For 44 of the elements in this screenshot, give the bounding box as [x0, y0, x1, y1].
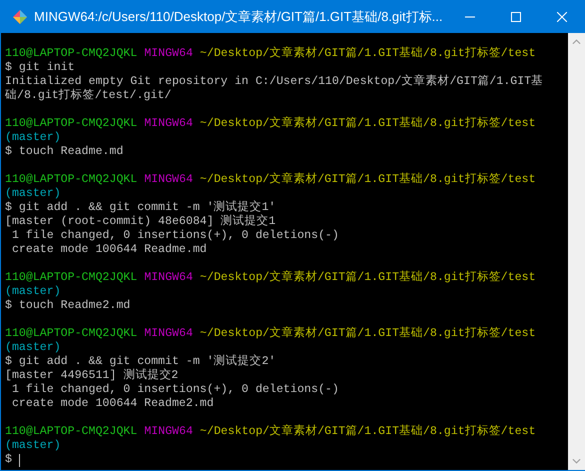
shell-name: MINGW64 — [144, 271, 193, 285]
branch-name: (master) — [5, 439, 61, 453]
shell-prompt: $ — [5, 453, 12, 467]
app-icon — [12, 8, 28, 24]
command-line: $ git init — [5, 61, 75, 75]
branch-name: (master) — [5, 131, 61, 145]
scroll-down-icon[interactable] — [572, 458, 581, 464]
output-line: [master (root-commit) 48e6084] 测试提交1 — [5, 215, 276, 229]
current-path: ~/Desktop/文章素材/GIT篇/1.GIT基础/8.git打标签/test — [200, 117, 536, 131]
user-host: 110@LAPTOP-CMQ2JQKL — [5, 425, 138, 439]
current-path: ~/Desktop/文章素材/GIT篇/1.GIT基础/8.git打标签/test — [200, 425, 536, 439]
window-title: MINGW64:/c/Users/110/Desktop/文章素材/GIT篇/1.GIT基础/8.git打标... — [34, 8, 444, 26]
command-line: $ git add . && git commit -m '测试提交2' — [5, 355, 276, 368]
output-line: 1 file changed, 0 insertions(+), 0 deletions(-) — [10, 229, 339, 243]
user-host: 110@LAPTOP-CMQ2JQKL — [5, 117, 138, 131]
user-host: 110@LAPTOP-CMQ2JQKL — [5, 47, 138, 61]
shell-name: MINGW64 — [144, 47, 193, 61]
branch-name: (master) — [5, 285, 61, 299]
shell-name: MINGW64 — [144, 117, 193, 131]
scroll-up-icon[interactable] — [572, 39, 581, 45]
output-line: 1 file changed, 0 insertions(+), 0 deletions(-) — [10, 383, 339, 397]
user-host: 110@LAPTOP-CMQ2JQKL — [5, 173, 138, 187]
shell-name: MINGW64 — [144, 173, 193, 187]
output-line: create mode 100644 Readme2.md — [10, 397, 214, 411]
user-host: 110@LAPTOP-CMQ2JQKL — [5, 271, 138, 285]
command-line: $ git add . && git commit -m '测试提交1' — [5, 201, 276, 214]
output-line: Initialized empty Git repository in C:/Users/110/Desktop/文章素材/GIT篇/1.GIT基 — [5, 75, 544, 88]
current-path: ~/Desktop/文章素材/GIT篇/1.GIT基础/8.git打标签/test — [200, 327, 536, 341]
output-line: create mode 100644 Readme.md — [10, 243, 207, 257]
maximize-icon[interactable] — [511, 12, 521, 22]
current-path: ~/Desktop/文章素材/GIT篇/1.GIT基础/8.git打标签/test — [200, 47, 536, 61]
shell-name: MINGW64 — [144, 327, 193, 341]
shell-name: MINGW64 — [144, 425, 193, 439]
branch-name: (master) — [5, 341, 61, 355]
user-host: 110@LAPTOP-CMQ2JQKL — [5, 327, 138, 341]
command-line: $ touch Readme.md — [5, 145, 124, 159]
close-icon[interactable] — [557, 12, 567, 22]
output-line: 础/8.git打标签/test/.git/ — [5, 89, 172, 103]
scrollbar[interactable] — [568, 33, 585, 470]
output-line: [master 4496511] 测试提交2 — [5, 369, 178, 383]
current-path: ~/Desktop/文章素材/GIT篇/1.GIT基础/8.git打标签/test — [200, 173, 536, 187]
branch-name: (master) — [5, 187, 61, 201]
command-line: $ touch Readme2.md — [5, 299, 130, 313]
current-path: ~/Desktop/文章素材/GIT篇/1.GIT基础/8.git打标签/test — [200, 271, 536, 285]
